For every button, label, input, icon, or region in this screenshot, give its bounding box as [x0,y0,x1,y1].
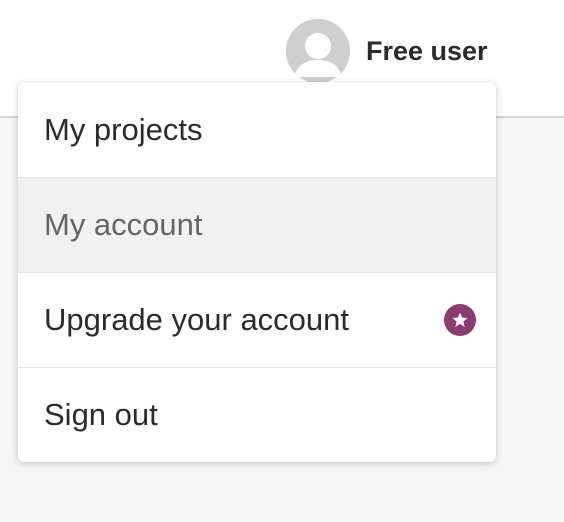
star-icon [444,304,476,336]
user-name: Free user [366,35,488,66]
menu-item-my-account[interactable]: My account [18,177,496,272]
user-avatar-icon [286,19,350,83]
menu-item-label: My projects [44,111,203,147]
menu-item-sign-out[interactable]: Sign out [18,367,496,462]
menu-item-label: Upgrade your account [44,302,350,337]
menu-item-label: Sign out [44,397,158,432]
user-menu-button[interactable]: Free user [286,18,488,84]
menu-item-upgrade-account[interactable]: Upgrade your account [18,272,496,367]
menu-item-my-projects[interactable]: My projects [18,82,496,177]
user-dropdown-menu: My projects My account Upgrade your acco… [18,82,496,462]
menu-item-label: My account [44,207,203,242]
